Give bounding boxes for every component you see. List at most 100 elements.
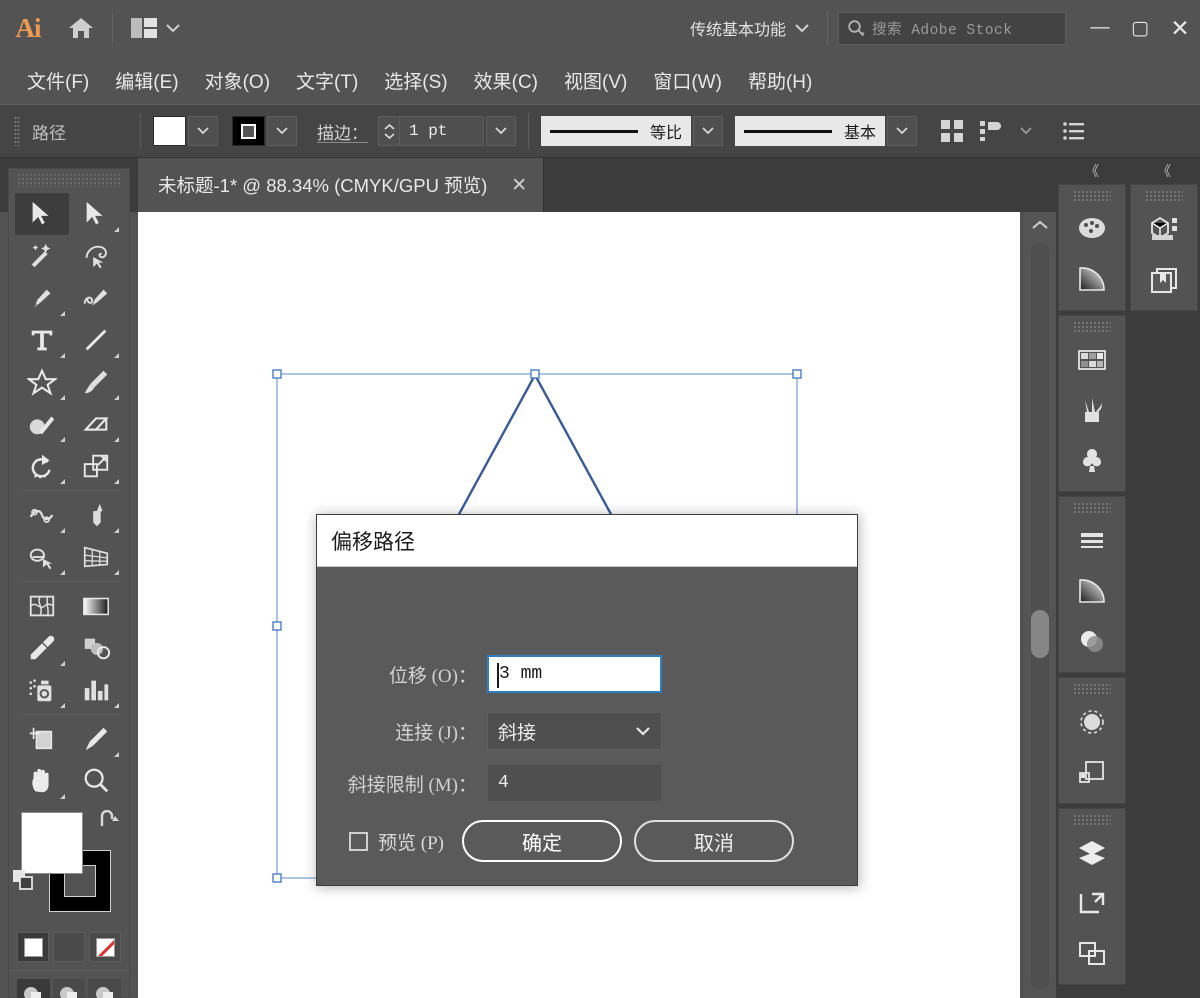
swatches-panel-button[interactable]: [1059, 335, 1125, 385]
control-bar-grip[interactable]: [14, 116, 20, 146]
appearance-panel-button[interactable]: [1059, 697, 1125, 747]
shape-builder-tool[interactable]: [15, 536, 69, 578]
gradient-panel-button[interactable]: [1059, 566, 1125, 616]
align-button[interactable]: [971, 116, 1009, 146]
fill-swatch[interactable]: [153, 116, 186, 146]
artboard-tool[interactable]: [15, 718, 69, 760]
transparency-panel-button[interactable]: [1059, 616, 1125, 666]
width-profile-dropdown-button[interactable]: [693, 116, 723, 146]
free-transform-tool[interactable]: [69, 494, 123, 536]
color-panel-button[interactable]: [1059, 204, 1125, 254]
shape-tool[interactable]: [15, 361, 69, 403]
none-mode-button[interactable]: [89, 932, 121, 962]
brushes-panel-button[interactable]: [1059, 385, 1125, 435]
menu-object[interactable]: 对象(O): [192, 63, 283, 98]
symbols-panel-button[interactable]: [1059, 435, 1125, 485]
preview-checkbox[interactable]: [349, 831, 368, 851]
cancel-button[interactable]: 取消: [633, 820, 794, 862]
ok-button[interactable]: 确定: [461, 820, 622, 862]
gradient-tool[interactable]: [69, 585, 123, 627]
panel-menu-button[interactable]: [1055, 116, 1093, 146]
align-dropdown-button[interactable]: [1011, 116, 1041, 146]
column-graph-tool[interactable]: [69, 669, 123, 711]
links-panel-button[interactable]: [1059, 928, 1125, 978]
panel-group-grip[interactable]: [1073, 814, 1111, 825]
curvature-tool[interactable]: [69, 277, 123, 319]
menu-view[interactable]: 视图(V): [551, 63, 640, 98]
brush-definition-dropdown-button[interactable]: [887, 116, 917, 146]
stock-search-field[interactable]: 搜索 Adobe Stock: [838, 11, 1066, 45]
paintbrush-tool[interactable]: [69, 361, 123, 403]
menu-file[interactable]: 文件(F): [14, 63, 102, 98]
line-segment-tool[interactable]: [69, 319, 123, 361]
document-tab[interactable]: 未标题-1* @ 88.34% (CMYK/GPU 预览) ✕: [138, 158, 545, 212]
shaper-tool[interactable]: [15, 403, 69, 445]
menu-type[interactable]: 文字(T): [283, 63, 371, 98]
stroke-weight-dropdown-button[interactable]: [486, 116, 516, 146]
menu-help[interactable]: 帮助(H): [735, 63, 825, 98]
screen-mode-normal[interactable]: [17, 979, 50, 998]
dock-collapse-icon-a[interactable]: 《: [1056, 158, 1128, 184]
document-tab-close-icon[interactable]: ✕: [511, 174, 527, 197]
arrange-documents-button[interactable]: [119, 0, 192, 56]
panel-group-grip[interactable]: [1073, 190, 1111, 201]
close-button[interactable]: ✕: [1160, 8, 1200, 48]
gradient-mode-button[interactable]: [53, 932, 85, 962]
opacity-transparency-button[interactable]: [933, 116, 971, 146]
swap-fill-stroke-icon[interactable]: [99, 810, 121, 830]
dock-collapse-icon-b[interactable]: 《: [1128, 158, 1200, 184]
3d-panel-button[interactable]: [1131, 204, 1197, 254]
direct-selection-tool[interactable]: [69, 193, 123, 235]
scroll-up-button[interactable]: [1023, 212, 1057, 238]
perspective-grid-tool[interactable]: [69, 536, 123, 578]
scrollbar-thumb[interactable]: [1031, 610, 1049, 658]
menu-select[interactable]: 选择(S): [371, 63, 460, 98]
width-profile-field[interactable]: 等比: [541, 116, 691, 146]
artboards-panel-button[interactable]: [1059, 878, 1125, 928]
screen-mode-fullscreen-menu[interactable]: [52, 979, 86, 998]
selection-tool[interactable]: [15, 193, 69, 235]
pathfinder-panel-button[interactable]: [1059, 747, 1125, 797]
miter-limit-input[interactable]: 4: [487, 764, 662, 802]
hand-tool[interactable]: [15, 760, 69, 802]
default-fill-stroke-icon[interactable]: [13, 870, 35, 892]
eraser-tool[interactable]: [69, 403, 123, 445]
slice-tool[interactable]: [69, 718, 123, 760]
stroke-control[interactable]: [232, 116, 297, 146]
home-button[interactable]: [56, 0, 106, 56]
pen-tool[interactable]: [15, 277, 69, 319]
scale-tool[interactable]: [69, 445, 123, 487]
panel-group-grip[interactable]: [1073, 502, 1111, 513]
symbol-sprayer-tool[interactable]: [15, 669, 69, 711]
brush-definition-field[interactable]: 基本: [735, 116, 885, 146]
preview-checkbox-group[interactable]: 预览 (P): [349, 828, 444, 855]
fill-dropdown-button[interactable]: [188, 116, 218, 146]
stroke-swatch[interactable]: [232, 116, 265, 146]
layers-panel-button[interactable]: [1059, 828, 1125, 878]
fill-control[interactable]: [153, 116, 218, 146]
screen-mode-fullscreen[interactable]: [88, 979, 122, 998]
libraries-panel-button[interactable]: [1131, 254, 1197, 304]
canvas-vertical-scrollbar[interactable]: [1022, 212, 1056, 998]
maximize-button[interactable]: ▢: [1120, 8, 1160, 48]
stroke-weight-stepper[interactable]: [378, 116, 400, 146]
offset-value-input[interactable]: 3 mm: [487, 655, 662, 693]
panel-group-grip[interactable]: [1073, 321, 1111, 332]
toolbar-fill-swatch[interactable]: [21, 812, 83, 874]
tools-panel-grip[interactable]: [17, 173, 121, 187]
panel-group-grip[interactable]: [1145, 190, 1183, 201]
menu-window[interactable]: 窗口(W): [640, 63, 735, 98]
width-tool[interactable]: [15, 494, 69, 536]
workspace-switcher[interactable]: 传统基本功能: [676, 9, 817, 47]
zoom-tool[interactable]: [69, 760, 123, 802]
panel-group-grip[interactable]: [1073, 683, 1111, 694]
mesh-tool[interactable]: [15, 585, 69, 627]
stroke-weight-input[interactable]: 1 pt: [400, 116, 484, 146]
stroke-panel-button[interactable]: [1059, 516, 1125, 566]
joins-select[interactable]: 斜接: [487, 712, 662, 750]
blend-tool[interactable]: [69, 627, 123, 669]
eyedropper-tool[interactable]: [15, 627, 69, 669]
stroke-dropdown-button[interactable]: [267, 116, 297, 146]
gradient-panel-button[interactable]: [1059, 254, 1125, 304]
minimize-button[interactable]: —: [1080, 8, 1120, 48]
